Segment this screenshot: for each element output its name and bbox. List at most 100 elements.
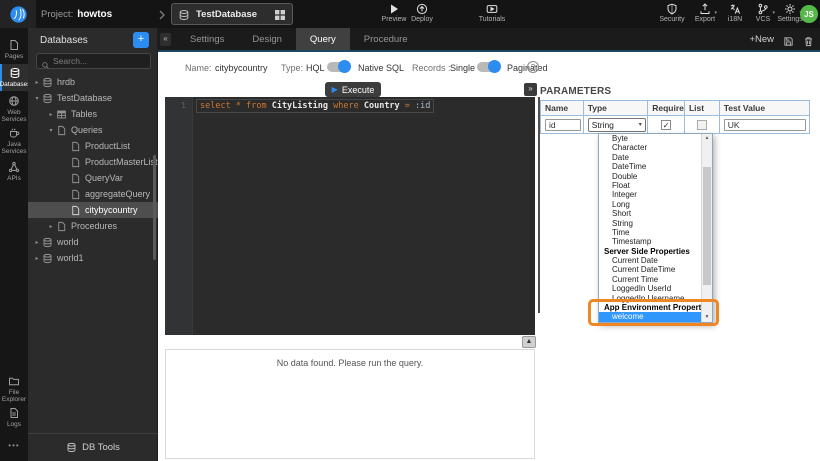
- wavemaker-logo[interactable]: [0, 0, 36, 28]
- deploy-icon: [416, 3, 428, 15]
- project-name: howtos: [77, 9, 112, 20]
- db-tools-button[interactable]: DB Tools: [28, 433, 158, 461]
- type-option-hql[interactable]: HQL: [306, 63, 325, 73]
- tab-design[interactable]: Design: [238, 28, 296, 50]
- file-icon: [70, 141, 81, 152]
- dropdown-option-datetime[interactable]: DateTime: [599, 162, 702, 171]
- tab-procedure[interactable]: Procedure: [350, 28, 422, 50]
- tree-item-label: QueryVar: [85, 173, 123, 183]
- grid-icon[interactable]: [274, 8, 286, 20]
- dropdown-option-float[interactable]: Float: [599, 181, 702, 190]
- dropdown-option-current-datetime[interactable]: Current DateTime: [599, 265, 702, 274]
- dropdown-option-current-time[interactable]: Current Time: [599, 275, 702, 284]
- tree-item-queries[interactable]: ▾Queries: [28, 122, 158, 138]
- deploy-button[interactable]: Deploy: [406, 3, 438, 23]
- delete-icon[interactable]: [803, 34, 814, 45]
- tree-expand-icon[interactable]: ▸: [46, 111, 56, 118]
- sidebar-item-databases[interactable]: Databases: [0, 64, 28, 91]
- dropdown-option-time[interactable]: Time: [599, 228, 702, 237]
- records-toggle[interactable]: [477, 62, 499, 72]
- dropdown-scrollbar[interactable]: ▲ ▼: [701, 134, 712, 322]
- required-checkbox[interactable]: [661, 120, 671, 130]
- save-icon[interactable]: [783, 34, 794, 45]
- tree-item-tables[interactable]: ▸Tables: [28, 106, 158, 122]
- tree-expand-icon[interactable]: ▸: [32, 255, 42, 262]
- sidebar-item-web-services[interactable]: Web Services: [0, 92, 28, 127]
- dropdown-option-welcome[interactable]: welcome: [599, 312, 702, 321]
- tree-item-citybycountry[interactable]: citybycountry: [28, 202, 158, 218]
- new-query-button[interactable]: +New: [749, 34, 774, 45]
- dropdown-option-timestamp[interactable]: Timestamp: [599, 237, 702, 246]
- collapse-explorer-button[interactable]: «: [160, 33, 171, 46]
- activity-bar: PagesDatabasesWeb ServicesJava ServicesA…: [0, 28, 28, 461]
- dropdown-option-double[interactable]: Double: [599, 172, 702, 181]
- tree-item-world[interactable]: ▸ world: [28, 234, 158, 250]
- param-type-select[interactable]: String ▾: [588, 118, 646, 132]
- dropdown-option-current-date[interactable]: Current Date: [599, 256, 702, 265]
- sidebar-item-file-explorer[interactable]: File Explorer: [0, 372, 28, 407]
- tree-search: [36, 53, 151, 69]
- tree-item-aggregatequery[interactable]: aggregateQuery: [28, 186, 158, 202]
- tree-expand-icon[interactable]: ▾: [46, 127, 56, 134]
- sql-code-line[interactable]: select * from CityListing where Country …: [196, 99, 434, 113]
- dropdown-option-short[interactable]: Short: [599, 209, 702, 218]
- tutorials-button[interactable]: Tutorials: [476, 3, 508, 23]
- sidebar-item-more[interactable]: •••: [0, 438, 28, 453]
- security-button[interactable]: Security: [656, 3, 688, 23]
- tree-expand-icon[interactable]: ▸: [32, 79, 42, 86]
- dropdown-option-byte[interactable]: Byte: [599, 134, 702, 143]
- param-test-value-input[interactable]: [724, 119, 806, 131]
- search-input[interactable]: [53, 56, 143, 66]
- tree-item-testdatabase[interactable]: ▾ TestDatabase: [28, 90, 158, 106]
- dropdown-option-server-side-properties: Server Side Properties: [599, 247, 702, 256]
- database-icon: [42, 237, 53, 248]
- export-button[interactable]: ▾Export: [689, 3, 721, 23]
- tree-item-label: TestDatabase: [57, 93, 112, 103]
- sidebar-item-pages[interactable]: Pages: [0, 36, 28, 63]
- tree-item-world1[interactable]: ▸world1: [28, 250, 158, 266]
- file-explorer-icon: [8, 375, 20, 387]
- scroll-down-icon[interactable]: ▼: [702, 313, 712, 322]
- collapse-parameters-button[interactable]: »: [524, 83, 537, 96]
- tree-item-procedures[interactable]: ▸Procedures: [28, 218, 158, 234]
- type-option-native-sql[interactable]: Native SQL: [358, 63, 404, 73]
- sql-editor[interactable]: 1 select * from CityListing where Countr…: [165, 97, 535, 335]
- dropdown-option-integer[interactable]: Integer: [599, 190, 702, 199]
- dropdown-option-loggedin-userid[interactable]: LoggedIn UserId: [599, 284, 702, 293]
- tab-query[interactable]: Query: [296, 28, 350, 50]
- tree-item-queryvar[interactable]: QueryVar: [28, 170, 158, 186]
- tree-item-hrdb[interactable]: ▸hrdb: [28, 74, 158, 90]
- scrollbar-thumb[interactable]: [703, 167, 711, 285]
- records-option-single[interactable]: Single: [450, 63, 475, 73]
- more-icon: •••: [8, 441, 19, 450]
- execute-button[interactable]: ▶ Execute: [325, 82, 381, 97]
- add-database-button[interactable]: +: [133, 32, 149, 48]
- dropdown-option-date[interactable]: Date: [599, 153, 702, 162]
- project-label: Project:: [41, 9, 73, 20]
- dropdown-option-character[interactable]: Character: [599, 143, 702, 152]
- workspace-tab-testdatabase[interactable]: TestDatabase: [171, 3, 293, 25]
- tree-expand-icon[interactable]: ▸: [32, 239, 42, 246]
- param-name-input[interactable]: [545, 119, 581, 131]
- scroll-up-icon[interactable]: ▲: [702, 134, 712, 143]
- dropdown-option-long[interactable]: Long: [599, 200, 702, 209]
- collapse-results-button[interactable]: ▲: [522, 336, 536, 348]
- tree-item-productlist[interactable]: ProductList: [28, 138, 158, 154]
- editor-tab-bar: « SettingsDesignQueryProcedure +New: [158, 28, 820, 50]
- list-checkbox[interactable]: [697, 120, 707, 130]
- parameters-title: PARAMETERS: [540, 86, 611, 97]
- tree-item-productmasterlist[interactable]: ProductMasterList: [28, 154, 158, 170]
- type-toggle[interactable]: [327, 62, 349, 72]
- tree-item-label: world: [57, 237, 79, 247]
- dropdown-option-loggedin-username[interactable]: LoggedIn Username: [599, 294, 702, 303]
- sidebar-item-java-services[interactable]: Java Services: [0, 124, 28, 159]
- tree-expand-icon[interactable]: ▸: [46, 223, 56, 230]
- sidebar-item-logs[interactable]: Logs: [0, 404, 28, 431]
- help-icon[interactable]: ?: [527, 61, 539, 73]
- tree-scrollbar[interactable]: [153, 155, 156, 260]
- tree-expand-icon[interactable]: ▾: [32, 95, 42, 102]
- sidebar-item-apis[interactable]: APIs: [0, 158, 28, 185]
- dropdown-option-string[interactable]: String: [599, 219, 702, 228]
- tab-settings[interactable]: Settings: [176, 28, 238, 50]
- avatar[interactable]: JS: [800, 5, 818, 23]
